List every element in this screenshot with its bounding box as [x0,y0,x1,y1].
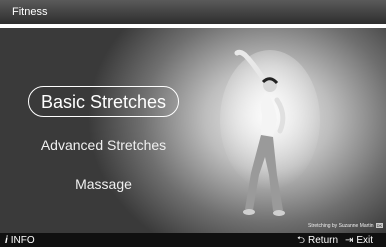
stretch-menu: Basic Stretches Advanced Stretches Massa… [0,0,386,247]
photo-credit: Stretching by Suzanne Martin DK [308,223,384,229]
return-label: Return [308,235,339,246]
menu-item-massage[interactable]: Massage [28,176,179,192]
exit-label: Exit [356,235,374,246]
info-label: INFO [10,235,35,246]
exit-button[interactable]: ⇥ Exit [345,235,373,246]
menu-item-advanced-stretches[interactable]: Advanced Stretches [28,137,179,153]
menu-item-basic-stretches[interactable]: Basic Stretches [28,86,179,117]
publisher-badge: DK [375,223,384,228]
exit-icon: ⇥ [345,234,354,246]
info-icon: i [5,234,8,246]
return-arrow-icon: ⮌ [297,234,306,246]
return-button[interactable]: ⮌ Return [297,235,338,246]
info-button[interactable]: i INFO [5,235,35,246]
fitness-screen: Fitness Basic Stretches Advanced Stretch… [0,0,386,247]
credit-text: Stretching by Suzanne Martin [308,223,374,229]
